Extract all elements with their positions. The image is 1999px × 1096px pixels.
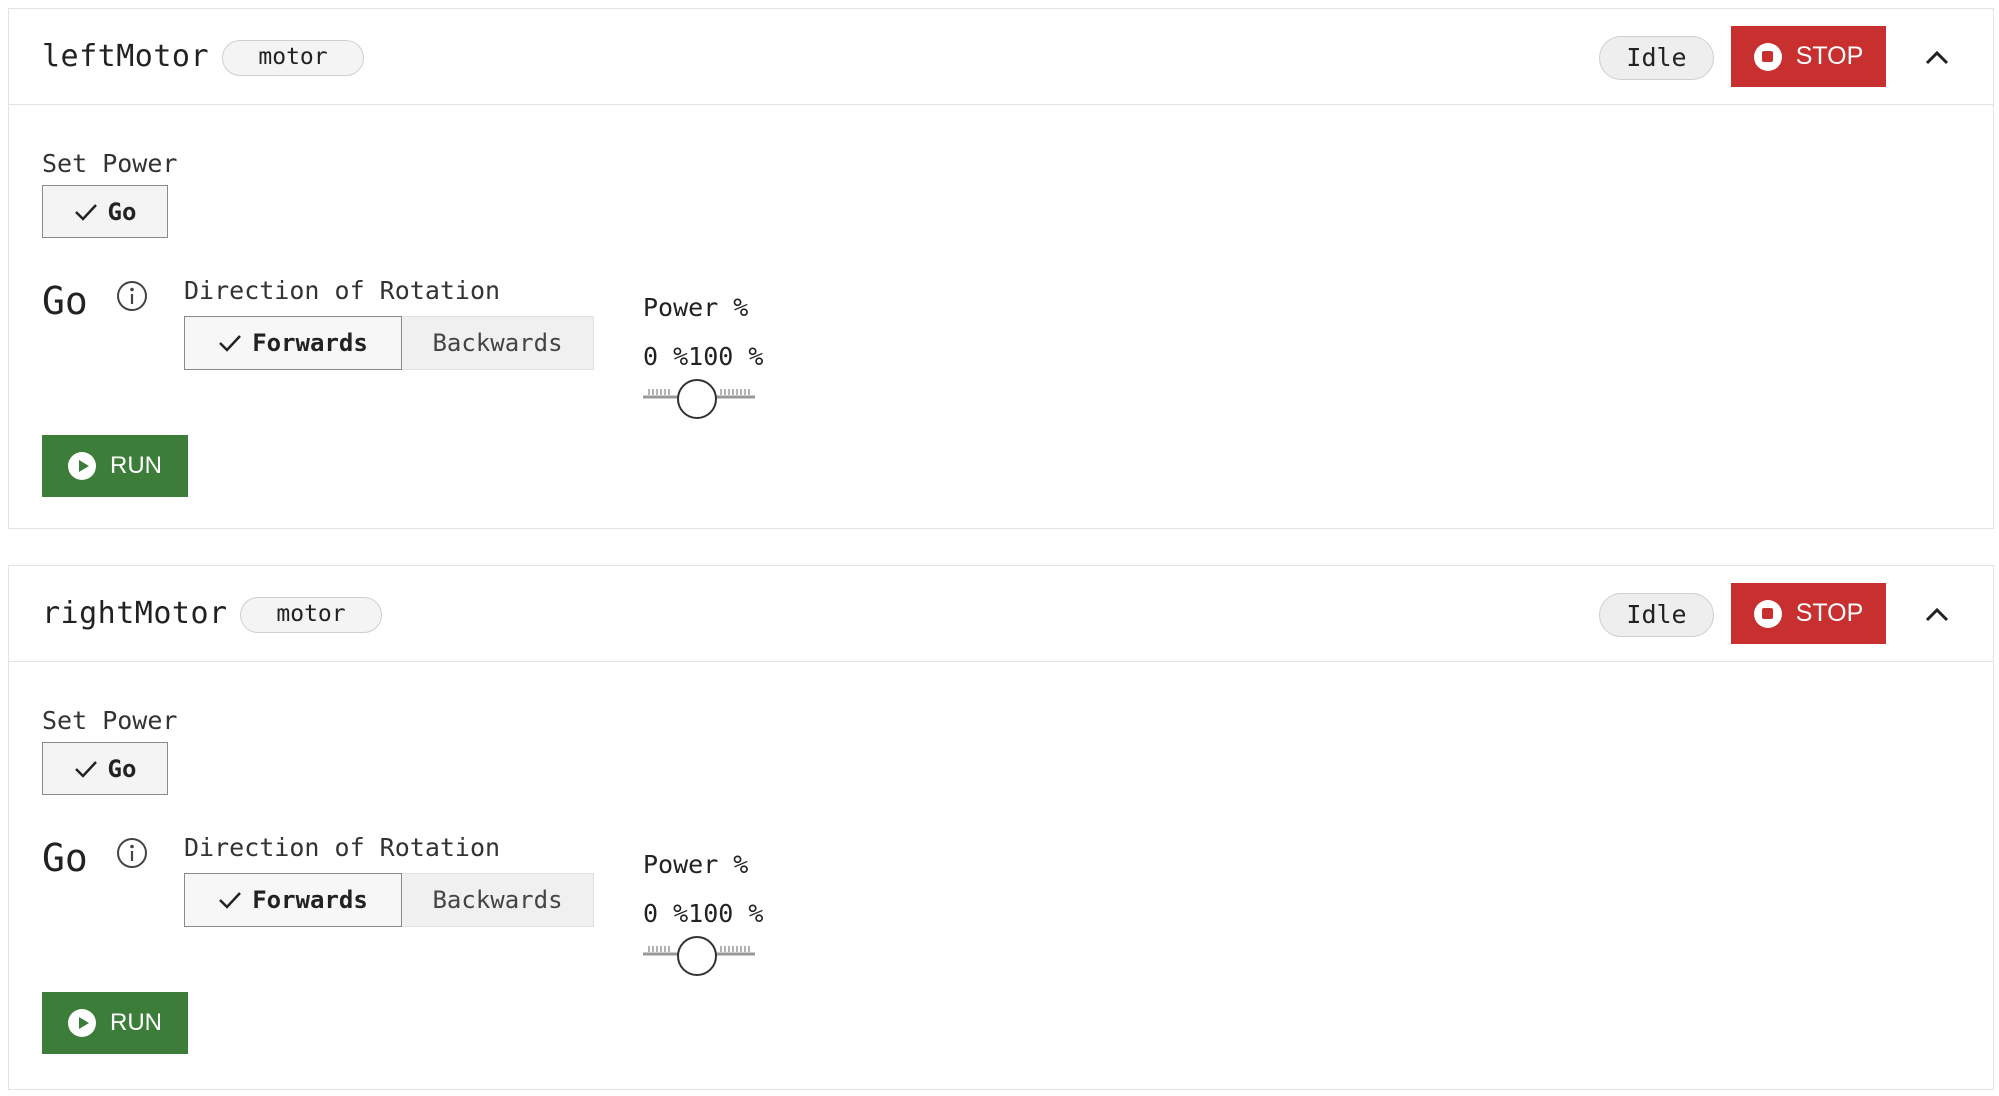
play-icon bbox=[68, 452, 96, 480]
direction-forwards-option[interactable]: Forwards bbox=[184, 316, 402, 370]
power-label: Power % bbox=[643, 850, 749, 879]
go-toggle-button[interactable]: Go bbox=[42, 185, 168, 238]
stop-button[interactable]: STOP bbox=[1731, 26, 1886, 87]
go-heading: Go bbox=[42, 279, 88, 323]
direction-forwards-option[interactable]: Forwards bbox=[184, 873, 402, 927]
run-button[interactable]: RUN bbox=[42, 435, 188, 497]
stop-label: STOP bbox=[1795, 599, 1864, 627]
motor-name: leftMotor bbox=[42, 39, 210, 74]
slider-thumb[interactable] bbox=[677, 936, 717, 976]
motor-card-right: rightMotor motor Idle STOP Set Power Go … bbox=[8, 565, 1994, 1090]
power-slider[interactable] bbox=[643, 375, 755, 419]
power-range-text: 0 %100 % bbox=[643, 899, 764, 928]
stop-button[interactable]: STOP bbox=[1731, 583, 1886, 644]
go-toggle-label: Go bbox=[107, 754, 137, 783]
checkmark-icon bbox=[74, 760, 97, 778]
set-power-label: Set Power bbox=[42, 706, 178, 735]
motor-name: rightMotor bbox=[42, 596, 228, 631]
play-icon bbox=[68, 1009, 96, 1037]
card-header: rightMotor motor Idle STOP bbox=[9, 566, 1993, 662]
type-tag: motor bbox=[222, 40, 364, 76]
info-icon[interactable] bbox=[116, 280, 148, 312]
card-header: leftMotor motor Idle STOP bbox=[9, 9, 1993, 105]
run-button[interactable]: RUN bbox=[42, 992, 188, 1054]
info-icon[interactable] bbox=[116, 837, 148, 869]
slider-thumb[interactable] bbox=[677, 379, 717, 419]
power-range-text: 0 %100 % bbox=[643, 342, 764, 371]
stop-icon bbox=[1753, 42, 1782, 71]
direction-backwards-option[interactable]: Backwards bbox=[402, 316, 594, 370]
card-body: Set Power Go Go Direction of Rotation Fo… bbox=[9, 105, 1993, 529]
checkmark-icon bbox=[219, 335, 242, 352]
checkmark-icon bbox=[219, 892, 242, 909]
set-power-label: Set Power bbox=[42, 149, 178, 178]
direction-backwards-option[interactable]: Backwards bbox=[402, 873, 594, 927]
direction-label: Direction of Rotation bbox=[184, 276, 501, 305]
type-tag: motor bbox=[240, 597, 382, 633]
card-body: Set Power Go Go Direction of Rotation Fo… bbox=[9, 662, 1993, 1086]
run-label: RUN bbox=[110, 1009, 162, 1036]
stop-icon bbox=[1753, 599, 1782, 628]
chevron-up-icon bbox=[1925, 607, 1949, 622]
direction-label: Direction of Rotation bbox=[184, 833, 501, 862]
go-toggle-button[interactable]: Go bbox=[42, 742, 168, 795]
go-heading: Go bbox=[42, 836, 88, 880]
power-slider[interactable] bbox=[643, 932, 755, 976]
forwards-label: Forwards bbox=[252, 329, 368, 357]
stop-label: STOP bbox=[1795, 42, 1864, 70]
checkmark-icon bbox=[74, 203, 97, 221]
motor-card-left: leftMotor motor Idle STOP Set Power Go G… bbox=[8, 8, 1994, 529]
chevron-up-icon bbox=[1925, 50, 1949, 65]
go-toggle-label: Go bbox=[107, 197, 137, 226]
forwards-label: Forwards bbox=[252, 886, 368, 914]
run-label: RUN bbox=[110, 452, 162, 479]
collapse-button[interactable] bbox=[1919, 596, 1955, 632]
collapse-button[interactable] bbox=[1919, 39, 1955, 75]
status-badge: Idle bbox=[1599, 593, 1714, 637]
power-label: Power % bbox=[643, 293, 749, 322]
backwards-label: Backwards bbox=[432, 329, 563, 357]
status-badge: Idle bbox=[1599, 36, 1714, 80]
backwards-label: Backwards bbox=[432, 886, 563, 914]
